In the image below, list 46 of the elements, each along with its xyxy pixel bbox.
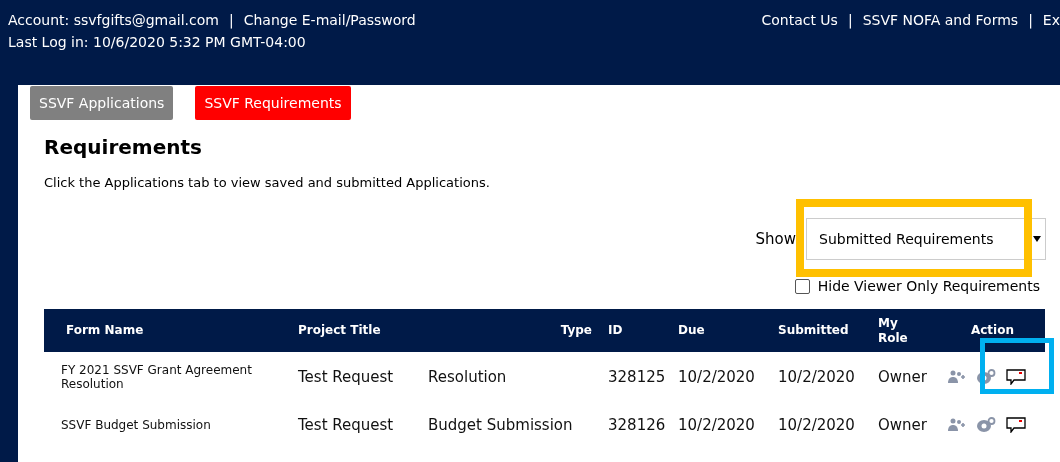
table-cell-text: Owner [877, 367, 928, 388]
tab[interactable]: SSVF Applications [30, 86, 174, 120]
intro-text: Click the Applications tab to view saved and submitted Applications. [44, 175, 491, 190]
separator: | [229, 12, 234, 28]
table-cell-text: Test Request [297, 367, 395, 388]
header-link[interactable]: Ex [1042, 12, 1060, 85]
header-link[interactable]: Contact Us [761, 12, 838, 85]
account-link[interactable]: Change E-mail/Password [243, 12, 416, 28]
table-cell-text: Test Request [297, 415, 395, 436]
people-icon[interactable] [948, 418, 966, 432]
show-label: Show [755, 230, 796, 248]
column-header: Form Name [44, 309, 290, 352]
separator: | [847, 12, 853, 31]
eye-gear-icon[interactable] [976, 369, 996, 385]
table-cell-text: 10/2/2020 [777, 415, 856, 436]
comment-icon[interactable] [1006, 417, 1026, 433]
caret-icon [1033, 236, 1041, 242]
table-cell-text: 328126 [607, 415, 667, 436]
table-cell-text: SSVF Budget Submission [60, 416, 212, 434]
column-header: Project Title [290, 309, 420, 352]
table-cell-text: 328125 [607, 367, 667, 388]
checkbox[interactable] [794, 278, 810, 294]
column-header: Due [670, 309, 770, 352]
page-title: Requirements [44, 135, 203, 159]
people-icon[interactable] [948, 370, 966, 384]
tab[interactable]: SSVF Requirements [195, 86, 351, 120]
requirements-dropdown[interactable]: Submitted Requirements [806, 218, 1046, 260]
header-link[interactable]: SSVF NOFA and Forms [862, 12, 1019, 85]
checkbox-label: Hide Viewer Only Requirements [817, 278, 1040, 294]
table-cell-text: Resolution [427, 367, 508, 388]
eye-gear-icon[interactable] [976, 417, 996, 433]
table-cell-text: Owner [877, 415, 928, 436]
last-login-text: Last Log in: 10/6/2020 5:32 PM GMT-04:00 [8, 34, 307, 50]
column-header: Type [420, 309, 600, 352]
account-text: Account: ssvfgifts@gmail.com [8, 12, 219, 28]
table-cell-text: 10/2/2020 [677, 415, 756, 436]
table-cell-text: Budget Submission [427, 415, 574, 436]
table-cell-text: 10/2/2020 [677, 367, 756, 388]
column-header: ID [600, 309, 670, 352]
column-header: Submitted [770, 309, 870, 352]
table-cell-text: 10/2/2020 [777, 367, 856, 388]
comment-icon[interactable] [1006, 369, 1026, 385]
column-header: My Role [870, 309, 940, 352]
column-header: Action [940, 309, 1045, 352]
table-cell-text: FY 2021 SSVF Grant Agreement Resolution [60, 361, 253, 393]
separator: | [1028, 12, 1033, 31]
